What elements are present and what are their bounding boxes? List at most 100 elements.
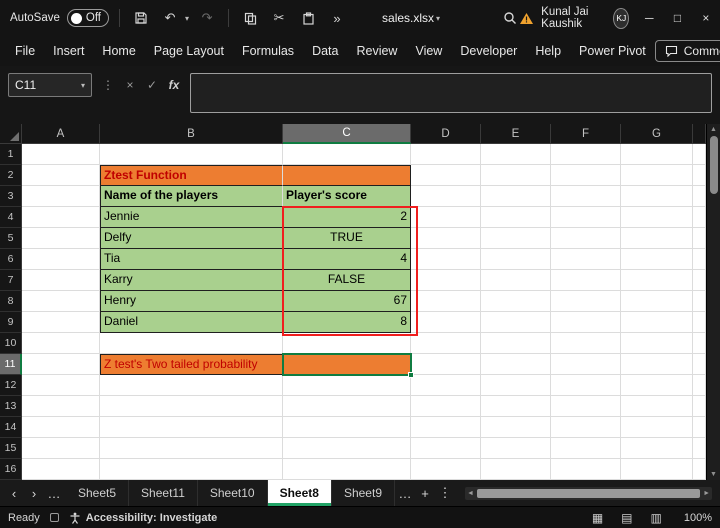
- cell-A16[interactable]: [22, 459, 100, 480]
- sheet-tab-sheet8[interactable]: Sheet8: [267, 480, 332, 506]
- cell-D7[interactable]: [411, 270, 481, 291]
- ribbon-tab-power-pivot[interactable]: Power Pivot: [570, 36, 655, 66]
- cell-B13[interactable]: [100, 396, 283, 417]
- cell-C9[interactable]: 8: [283, 312, 411, 333]
- cell-G13[interactable]: [621, 396, 693, 417]
- cell-C1[interactable]: [283, 144, 411, 165]
- cell-G1[interactable]: [621, 144, 693, 165]
- cell-E11[interactable]: [481, 354, 551, 375]
- minimize-button[interactable]: ─: [635, 0, 663, 36]
- zoom-level[interactable]: 100%: [684, 512, 712, 524]
- cell-D2[interactable]: [411, 165, 481, 186]
- cell-C10[interactable]: [283, 333, 411, 354]
- cell-A14[interactable]: [22, 417, 100, 438]
- cell-B10[interactable]: [100, 333, 283, 354]
- cell-A8[interactable]: [22, 291, 100, 312]
- cell-A6[interactable]: [22, 249, 100, 270]
- cell-A2[interactable]: [22, 165, 100, 186]
- cell-A15[interactable]: [22, 438, 100, 459]
- cell-E2[interactable]: [481, 165, 551, 186]
- cell-B4[interactable]: Jennie: [100, 207, 283, 228]
- cell-G2[interactable]: [621, 165, 693, 186]
- cell-C16[interactable]: [283, 459, 411, 480]
- cell-C13[interactable]: [283, 396, 411, 417]
- normal-view-icon[interactable]: ▦: [588, 511, 607, 525]
- cell-B11[interactable]: Z test's Two tailed probability: [100, 354, 283, 375]
- row-header-3[interactable]: 3: [0, 186, 22, 207]
- cell-G6[interactable]: [621, 249, 693, 270]
- cell-C8[interactable]: 67: [283, 291, 411, 312]
- column-header-g[interactable]: G: [621, 124, 693, 144]
- cell-B1[interactable]: [100, 144, 283, 165]
- cell-F9[interactable]: [551, 312, 621, 333]
- formula-options-icon[interactable]: ⋮: [98, 75, 118, 95]
- ribbon-tab-help[interactable]: Help: [526, 36, 570, 66]
- cell-E16[interactable]: [481, 459, 551, 480]
- cell-C7[interactable]: FALSE: [283, 270, 411, 291]
- cell-F14[interactable]: [551, 417, 621, 438]
- cell-D6[interactable]: [411, 249, 481, 270]
- cell-G7[interactable]: [621, 270, 693, 291]
- cell-F1[interactable]: [551, 144, 621, 165]
- accessibility-status[interactable]: Accessibility: Investigate: [69, 512, 217, 524]
- cell-E13[interactable]: [481, 396, 551, 417]
- row-header-1[interactable]: 1: [0, 144, 22, 165]
- macro-record-icon[interactable]: [49, 513, 59, 522]
- cell-B3[interactable]: Name of the players: [100, 186, 283, 207]
- ribbon-tab-data[interactable]: Data: [303, 36, 347, 66]
- cell-G16[interactable]: [621, 459, 693, 480]
- cell-F16[interactable]: [551, 459, 621, 480]
- undo-icon[interactable]: ↶: [159, 7, 181, 29]
- avatar[interactable]: KJ: [613, 7, 630, 29]
- cell-E8[interactable]: [481, 291, 551, 312]
- cell-D5[interactable]: [411, 228, 481, 249]
- cell-B16[interactable]: [100, 459, 283, 480]
- row-header-4[interactable]: 4: [0, 207, 22, 228]
- cell-D4[interactable]: [411, 207, 481, 228]
- cell-G4[interactable]: [621, 207, 693, 228]
- ribbon-tab-home[interactable]: Home: [93, 36, 144, 66]
- row-header-11[interactable]: 11: [0, 354, 22, 375]
- select-all-corner[interactable]: [0, 124, 22, 144]
- cell-F5[interactable]: [551, 228, 621, 249]
- cell-G5[interactable]: [621, 228, 693, 249]
- quick-access-overflow-icon[interactable]: »: [326, 7, 348, 29]
- cell-B14[interactable]: [100, 417, 283, 438]
- cancel-entry-button[interactable]: ×: [120, 75, 140, 95]
- cell-F7[interactable]: [551, 270, 621, 291]
- cell-G15[interactable]: [621, 438, 693, 459]
- cell-E12[interactable]: [481, 375, 551, 396]
- scroll-right-icon[interactable]: ►: [703, 490, 710, 497]
- prev-sheet-icon[interactable]: ‹: [4, 480, 24, 506]
- cell-D13[interactable]: [411, 396, 481, 417]
- ribbon-tab-insert[interactable]: Insert: [44, 36, 93, 66]
- undo-dropdown-icon[interactable]: ▾: [185, 14, 189, 23]
- formula-input[interactable]: [190, 73, 712, 113]
- cell-C14[interactable]: [283, 417, 411, 438]
- autosave-toggle[interactable]: Off: [66, 9, 110, 27]
- horizontal-scroll-thumb[interactable]: [476, 488, 701, 498]
- cell-D10[interactable]: [411, 333, 481, 354]
- save-icon[interactable]: [130, 7, 152, 29]
- more-sheets-icon[interactable]: …: [395, 480, 415, 506]
- copy-icon[interactable]: [239, 7, 261, 29]
- cell-C15[interactable]: [283, 438, 411, 459]
- cell-D1[interactable]: [411, 144, 481, 165]
- cell-A9[interactable]: [22, 312, 100, 333]
- cell-E6[interactable]: [481, 249, 551, 270]
- column-header-b[interactable]: B: [100, 124, 283, 144]
- cell-E14[interactable]: [481, 417, 551, 438]
- cell-F13[interactable]: [551, 396, 621, 417]
- ribbon-tab-view[interactable]: View: [406, 36, 451, 66]
- cell-A13[interactable]: [22, 396, 100, 417]
- row-header-5[interactable]: 5: [0, 228, 22, 249]
- sheet-tab-sheet11[interactable]: Sheet11: [129, 480, 198, 506]
- account-area[interactable]: Kunal Jai Kaushik KJ: [518, 6, 630, 30]
- row-header-13[interactable]: 13: [0, 396, 22, 417]
- file-name-menu[interactable]: sales.xlsx ▾: [374, 8, 448, 28]
- sheet-tab-sheet5[interactable]: Sheet5: [66, 480, 130, 506]
- cell-C5[interactable]: TRUE: [283, 228, 411, 249]
- cell-C2[interactable]: [283, 165, 411, 186]
- cell-E5[interactable]: [481, 228, 551, 249]
- cell-G10[interactable]: [621, 333, 693, 354]
